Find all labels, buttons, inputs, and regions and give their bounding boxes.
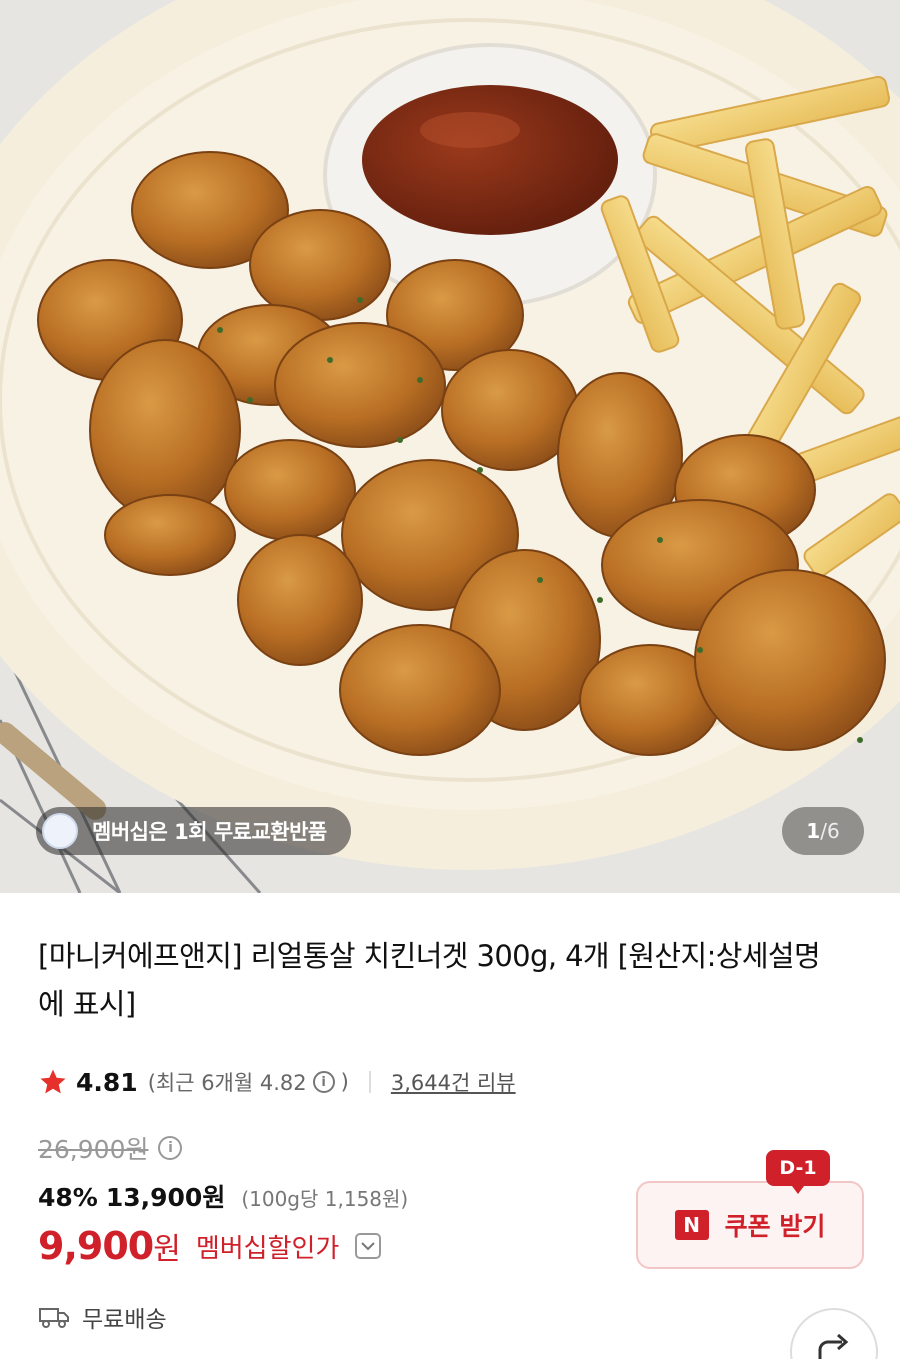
image-page-current: 1 bbox=[806, 819, 821, 843]
original-price: 26,900원 bbox=[38, 1135, 149, 1164]
rating-row: 4.81 (최근 6개월 4.82 i ) 3,644건 리뷰 bbox=[38, 1062, 516, 1102]
shipping-label: 무료배송 bbox=[82, 1307, 167, 1333]
chevron-down-icon[interactable] bbox=[355, 1233, 382, 1259]
member-price-row: 9,900원 멤버십할인가 bbox=[38, 1224, 382, 1268]
shipping-row: 무료배송 bbox=[38, 1300, 167, 1334]
review-count-link[interactable]: 3,644건 리뷰 bbox=[391, 1067, 516, 1097]
product-image[interactable]: 멤버십은 1회 무료교환반품 1 / 6 bbox=[0, 0, 900, 893]
share-icon bbox=[818, 1333, 849, 1359]
truck-icon bbox=[39, 1308, 69, 1328]
member-price-unit: 원 bbox=[153, 1232, 181, 1267]
member-price: 9,900원 bbox=[38, 1224, 181, 1268]
share-button[interactable] bbox=[790, 1308, 878, 1359]
coupon-button-label: 쿠폰 받기 bbox=[724, 1212, 826, 1241]
recent-rating: (최근 6개월 4.82 i ) bbox=[148, 1067, 349, 1097]
membership-badge: 멤버십은 1회 무료교환반품 bbox=[36, 807, 351, 855]
membership-icon bbox=[42, 813, 78, 849]
divider bbox=[368, 1071, 371, 1093]
image-page-counter: 1 / 6 bbox=[782, 807, 864, 855]
price-info-icon[interactable]: i bbox=[158, 1136, 183, 1160]
membership-badge-text: 멤버십은 1회 무료교환반품 bbox=[92, 820, 327, 844]
info-icon[interactable]: i bbox=[312, 1071, 335, 1093]
unit-price: (100g당 1,158원) bbox=[241, 1187, 409, 1211]
member-price-label: 멤버십할인가 bbox=[195, 1233, 340, 1264]
product-title: [마니커에프앤지] 리얼통살 치킨너겟 300g, 4개 [원산지:상세설명에 … bbox=[38, 939, 821, 1021]
recent-rating-close: ) bbox=[340, 1070, 349, 1094]
star-icon bbox=[40, 1069, 66, 1094]
n-logo-icon: N bbox=[674, 1210, 709, 1240]
food-photo bbox=[0, 0, 900, 893]
discount-rate: 48% bbox=[38, 1183, 98, 1212]
image-page-separator: / bbox=[820, 819, 827, 843]
original-price-row: 26,900원 i bbox=[38, 1130, 183, 1166]
recent-rating-text: (최근 6개월 4.82 bbox=[147, 1071, 307, 1095]
sale-price: 13,900원 bbox=[105, 1183, 226, 1212]
coupon-button[interactable]: N 쿠폰 받기 bbox=[636, 1181, 864, 1269]
image-page-total: 6 bbox=[826, 819, 840, 843]
d-day-badge: D-1 bbox=[766, 1150, 830, 1194]
coupon-area: N 쿠폰 받기 D-1 bbox=[636, 1150, 864, 1269]
member-price-number: 9,900 bbox=[38, 1224, 154, 1268]
rating-value: 4.81 bbox=[76, 1067, 138, 1097]
sale-price-row: 48% 13,900원 (100g당 1,158원) bbox=[38, 1178, 408, 1214]
